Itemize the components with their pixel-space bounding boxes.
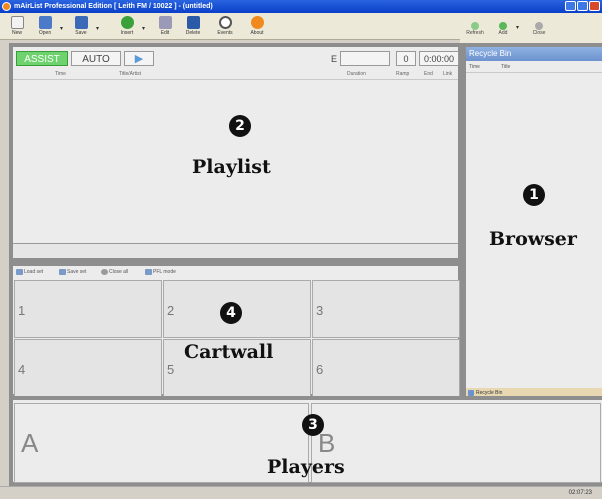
annotation-badge-2: 2 [229, 115, 251, 137]
assist-mode-button[interactable]: ASSIST [16, 51, 68, 66]
insert-button[interactable]: Insert [114, 15, 140, 39]
annotation-badge-4: 4 [220, 302, 242, 324]
clock-icon [218, 16, 232, 29]
playlist-status-bar [13, 243, 458, 258]
cart-player-4[interactable]: 4 [14, 339, 162, 397]
player-a[interactable]: A [14, 403, 309, 483]
minimize-button[interactable] [565, 1, 576, 11]
browser-header-divider [466, 72, 602, 73]
new-file-icon [10, 16, 24, 29]
main-toolbar: New Open ▾ Save ▾ Insert ▾ Edit Delete E… [0, 13, 460, 40]
save-icon [59, 268, 66, 275]
cart-player-3[interactable]: 3 [312, 280, 460, 338]
playlist-panel: ASSIST AUTO ▶ E 0 0:00:00 Time Title/Art… [9, 43, 462, 262]
save-disk-icon [74, 16, 88, 29]
add-dropdown-arrow[interactable]: ▾ [516, 24, 519, 31]
auto-mode-button[interactable]: AUTO [71, 51, 121, 66]
browser-column-title[interactable]: Title [501, 64, 510, 70]
open-button[interactable]: Open [32, 15, 58, 39]
headphones-icon [145, 268, 152, 275]
cart-player-1[interactable]: 1 [14, 280, 162, 338]
maximize-button[interactable] [577, 1, 588, 11]
column-header-time[interactable]: Time [55, 71, 66, 77]
new-button[interactable]: New [4, 15, 30, 39]
window-title: mAirList Professional Edition [ Leith FM… [14, 3, 213, 10]
close-icon [535, 22, 543, 30]
events-button[interactable]: Events [212, 15, 238, 39]
save-button[interactable]: Save [68, 15, 94, 39]
column-header-ramp[interactable]: Ramp [396, 71, 409, 77]
app-icon [2, 2, 11, 11]
header-divider [13, 79, 458, 80]
pfl-mode-button[interactable]: PFL mode [145, 266, 176, 279]
browser-toolbar: Refresh Add ▾ Close [460, 13, 602, 43]
cartwall-toolbar: Load set Save set Close all PFL mode [13, 266, 458, 279]
annotation-label-playlist: Playlist [192, 156, 271, 178]
browser-column-time[interactable]: Time [469, 64, 480, 70]
title-bar: mAirList Professional Edition [ Leith FM… [0, 0, 602, 13]
edit-button[interactable]: Edit [152, 15, 178, 39]
add-icon [499, 22, 507, 30]
column-header-title-artist[interactable]: Title/Artist [119, 71, 141, 77]
load-set-button[interactable]: Load set [16, 266, 43, 279]
close-all-button[interactable]: Close all [101, 266, 128, 279]
annotation-label-cartwall: Cartwall [184, 341, 274, 363]
delete-icon [186, 16, 200, 29]
recycle-bin-header: Recycle Bin [466, 47, 602, 61]
annotation-label-browser: Browser [489, 228, 577, 250]
close-browser-button[interactable]: Close [526, 22, 552, 36]
refresh-icon [471, 22, 479, 30]
save-set-button[interactable]: Save set [59, 266, 86, 279]
total-time: 0:00:00 [419, 51, 459, 66]
insert-dropdown-arrow[interactable]: ▾ [142, 25, 145, 32]
insert-plus-icon [120, 16, 134, 29]
clock-display: 02:07:23 [568, 490, 592, 496]
annotation-badge-3: 3 [302, 414, 324, 436]
delete-button[interactable]: Delete [180, 15, 206, 39]
open-folder-icon [38, 16, 52, 29]
close-all-icon [101, 268, 108, 275]
status-bar: 02:07:23 [0, 486, 602, 499]
e-label: E [331, 54, 338, 64]
player-b[interactable]: B [311, 403, 601, 483]
load-icon [16, 268, 23, 275]
column-header-duration[interactable]: Duration [347, 71, 366, 77]
item-count: 0 [396, 51, 416, 66]
about-button[interactable]: About [244, 15, 270, 39]
annotation-label-players: Players [267, 456, 345, 478]
open-dropdown-arrow[interactable]: ▾ [60, 25, 63, 32]
about-icon [250, 16, 264, 29]
refresh-button[interactable]: Refresh [462, 22, 488, 36]
annotation-badge-1: 1 [523, 184, 545, 206]
column-header-link[interactable]: Link [443, 71, 452, 77]
cart-player-6[interactable]: 6 [312, 339, 460, 397]
add-button[interactable]: Add [490, 22, 516, 36]
e-field [340, 51, 390, 66]
column-header-end[interactable]: End [424, 71, 433, 77]
save-dropdown-arrow[interactable]: ▾ [96, 25, 99, 32]
close-button[interactable] [589, 1, 600, 11]
browser-panel: Recycle Bin Time Title Recycle Bin [462, 43, 602, 398]
edit-icon [158, 16, 172, 29]
cartwall-panel: Load set Save set Close all PFL mode 1 2… [9, 262, 462, 398]
play-next-button[interactable]: ▶ [124, 51, 154, 66]
